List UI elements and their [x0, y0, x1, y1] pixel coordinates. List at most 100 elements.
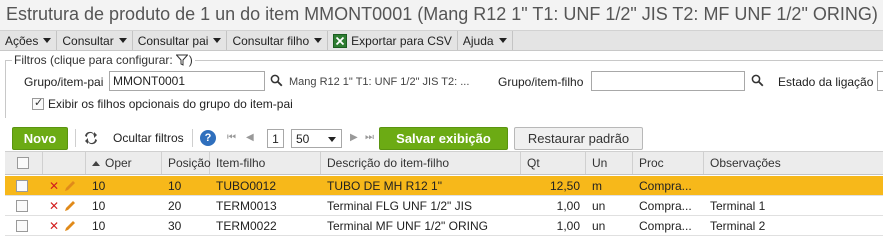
header-item-filho[interactable]: Item-filho — [210, 152, 321, 174]
chevron-down-icon — [213, 38, 222, 43]
cell-posicao: 20 — [168, 199, 182, 213]
header-qt[interactable]: Qt — [521, 152, 586, 174]
cell-qt: 1,00 — [556, 219, 580, 233]
header-item-filho-label: Item-filho — [216, 156, 266, 170]
row-actions: ✕ — [43, 216, 86, 236]
cell-observacoes — [704, 176, 883, 196]
edit-pencil-icon[interactable] — [64, 180, 76, 192]
page-size-select[interactable]: 50 — [291, 129, 342, 148]
cell-posicao: 30 — [168, 219, 182, 233]
cell-un: un — [592, 219, 606, 233]
delete-icon[interactable]: ✕ — [49, 179, 59, 193]
menu-consultar-filho-label: Consultar filho — [232, 33, 310, 48]
edit-pencil-icon[interactable] — [64, 200, 76, 212]
exibir-filhos-label: Exibir os filhos opcionais do grupo do i… — [48, 97, 293, 111]
table-row[interactable]: ✕ 10 10 TUBO0012 TUBO DE MH R12 1" 12,50… — [5, 176, 883, 196]
cell-oper: 10 — [92, 199, 106, 213]
estado-ligacao-label: Estado da ligação — [778, 75, 874, 89]
sort-ascending-icon — [92, 160, 100, 166]
row-actions: ✕ — [43, 176, 86, 196]
cell-descricao: Terminal FLG UNF 1/2" JIS — [327, 199, 472, 213]
cell-descricao: Terminal MF UNF 1/2" ORING — [327, 219, 488, 233]
grid-header: Oper Posição Item-filho Descrição do ite… — [5, 151, 883, 175]
filters-legend[interactable]: Filtros (clique para configurar: ) — [12, 53, 195, 67]
cell-observacoes: Terminal 1 — [710, 199, 766, 213]
cell-oper: 10 — [92, 179, 106, 193]
table-row[interactable]: ✕ 10 20 TERM0013 Terminal FLG UNF 1/2" J… — [5, 196, 883, 216]
delete-icon[interactable]: ✕ — [49, 199, 59, 213]
estado-ligacao-select[interactable] — [877, 71, 883, 91]
row-checkbox[interactable] — [16, 180, 28, 192]
last-page-icon[interactable]: ⏭ — [365, 132, 374, 143]
menu-exportar-csv[interactable]: Exportar para CSV — [328, 31, 458, 50]
help-icon[interactable]: ? — [200, 130, 216, 146]
row-actions: ✕ — [43, 196, 86, 216]
previous-page-icon[interactable]: ◀ — [246, 132, 254, 143]
grupo-filho-input[interactable] — [591, 71, 745, 91]
search-icon[interactable] — [270, 74, 283, 87]
menu-bar: Ações Consultar Consultar pai Consultar … — [0, 30, 883, 51]
chevron-down-icon — [498, 38, 507, 43]
header-observacoes[interactable]: Observações — [704, 152, 883, 174]
menu-acoes-label: Ações — [5, 33, 39, 48]
filter-icon[interactable] — [175, 54, 188, 66]
header-qt-label: Qt — [527, 156, 540, 170]
row-select[interactable] — [5, 176, 43, 196]
header-un[interactable]: Un — [586, 152, 633, 174]
header-un-label: Un — [592, 156, 608, 170]
cell-descricao: TUBO DE MH R12 1" — [327, 179, 442, 193]
menu-consultar-filho[interactable]: Consultar filho — [227, 31, 329, 50]
next-page-icon[interactable]: ▶ — [350, 132, 358, 143]
restaurar-padrao-button[interactable]: Restaurar padrão — [514, 127, 643, 150]
cell-observacoes: Terminal 2 — [710, 219, 766, 233]
cell-item-filho: TERM0022 — [216, 219, 277, 233]
header-posicao-label: Posição — [168, 156, 211, 170]
toolbar-separator — [75, 129, 76, 147]
row-checkbox[interactable] — [16, 220, 28, 232]
cell-proc: Compra... — [639, 179, 692, 193]
menu-ajuda[interactable]: Ajuda — [458, 31, 513, 50]
grupo-pai-label: Grupo/item-pai — [24, 75, 104, 89]
salvar-exibicao-button[interactable]: Salvar exibição — [379, 127, 508, 150]
header-oper[interactable]: Oper — [86, 152, 162, 174]
grupo-pai-description: Mang R12 1" T1: UNF 1/2" JIS T2: ... — [289, 76, 470, 88]
row-select[interactable] — [5, 196, 43, 216]
search-icon[interactable] — [751, 74, 764, 87]
cell-qt: 12,50 — [549, 179, 580, 193]
grupo-filho-label: Grupo/item-filho — [498, 75, 584, 89]
novo-button[interactable]: Novo — [12, 127, 68, 150]
filters-legend-label: Filtros (clique para configurar: — [14, 53, 173, 67]
header-posicao[interactable]: Posição — [162, 152, 211, 174]
menu-consultar-pai[interactable]: Consultar pai — [133, 31, 228, 50]
grupo-pai-input[interactable] — [109, 71, 265, 91]
header-select-all[interactable] — [5, 152, 43, 174]
chevron-down-icon — [328, 137, 336, 142]
edit-pencil-icon[interactable] — [64, 220, 76, 232]
header-descricao[interactable]: Descrição do item-filho — [321, 152, 521, 174]
cell-un: un — [592, 199, 606, 213]
chevron-down-icon — [314, 38, 323, 43]
table-row[interactable]: ✕ 10 30 TERM0022 Terminal MF UNF 1/2" OR… — [5, 216, 883, 236]
exibir-filhos-checkbox[interactable] — [32, 96, 44, 110]
first-page-icon[interactable]: ⏮ — [227, 132, 236, 143]
header-oper-label: Oper — [105, 156, 132, 170]
toggle-arrows-icon[interactable] — [83, 131, 99, 145]
cell-oper: 10 — [92, 219, 106, 233]
page-number-input[interactable]: 1 — [267, 129, 284, 148]
menu-consultar-pai-label: Consultar pai — [137, 33, 209, 48]
select-all-checkbox[interactable] — [17, 157, 29, 169]
header-proc[interactable]: Proc — [633, 152, 704, 174]
toolbar-separator — [192, 129, 193, 147]
cell-item-filho: TUBO0012 — [216, 179, 277, 193]
cell-posicao: 10 — [168, 179, 182, 193]
page-size-value: 50 — [296, 131, 310, 146]
excel-icon — [333, 33, 348, 48]
menu-consultar[interactable]: Consultar — [57, 31, 133, 50]
row-checkbox[interactable] — [16, 200, 28, 212]
delete-icon[interactable]: ✕ — [49, 219, 59, 233]
menu-acoes[interactable]: Ações — [0, 31, 58, 50]
menu-consultar-label: Consultar — [62, 33, 114, 48]
ocultar-filtros-button[interactable]: Ocultar filtros — [113, 131, 184, 145]
row-select[interactable] — [5, 216, 43, 236]
cell-un: m — [592, 179, 602, 193]
